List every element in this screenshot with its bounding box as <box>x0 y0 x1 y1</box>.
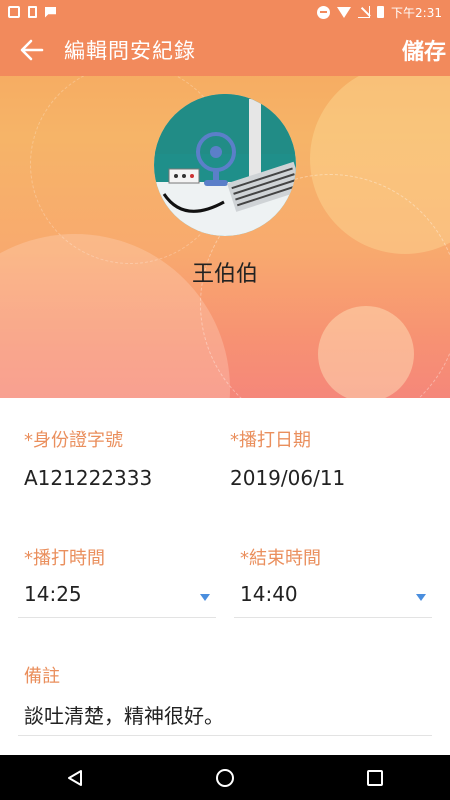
home-circle-icon <box>216 768 234 787</box>
save-button[interactable]: 儲存 <box>402 34 450 66</box>
note-input[interactable]: 談吐清楚，精神很好。 <box>18 694 432 736</box>
call-time-value: 14:25 <box>24 582 82 606</box>
id-number-label: *身份證字號 <box>24 430 123 451</box>
status-time: 下午2:31 <box>391 5 442 20</box>
avatar[interactable] <box>154 94 296 236</box>
back-triangle-icon <box>68 769 82 786</box>
profile-header: 編輯問安紀錄 儲存 王伯伯 <box>0 24 450 398</box>
notification-icons <box>8 6 56 18</box>
end-time-select[interactable]: 14:40 <box>234 574 432 618</box>
message-notification-icon <box>45 6 56 18</box>
end-time-label: *結束時間 <box>240 548 321 569</box>
image-notification-icon <box>8 6 20 18</box>
sim-notification-icon <box>28 6 37 18</box>
back-button[interactable] <box>0 24 64 76</box>
no-signal-icon <box>358 6 371 18</box>
nav-recents-button[interactable] <box>345 755 405 800</box>
dropdown-arrow-icon <box>416 594 426 601</box>
dropdown-arrow-icon <box>200 594 210 601</box>
call-time-select[interactable]: 14:25 <box>18 574 216 618</box>
avatar-photo <box>154 94 296 236</box>
record-form: *身份證字號 A121222333 *播打日期 2019/06/11 *播打時間… <box>0 398 450 755</box>
status-bar: 下午2:31 <box>0 0 450 24</box>
recents-square-icon <box>367 769 383 786</box>
do-not-disturb-icon <box>317 5 331 19</box>
id-number-value: A121222333 <box>24 466 153 490</box>
nav-back-button[interactable] <box>45 755 105 800</box>
system-icons: 下午2:31 <box>317 4 442 21</box>
app-bar: 編輯問安紀錄 儲存 <box>0 24 450 76</box>
call-date-value[interactable]: 2019/06/11 <box>230 466 345 490</box>
end-time-value: 14:40 <box>240 582 298 606</box>
battery-icon <box>377 6 385 18</box>
page-title: 編輯問安紀錄 <box>64 39 196 63</box>
profile-name: 王伯伯 <box>191 262 258 287</box>
call-date-label: *播打日期 <box>230 430 311 451</box>
wifi-icon <box>337 6 352 18</box>
nav-home-button[interactable] <box>195 755 255 800</box>
arrow-left-icon <box>20 39 44 61</box>
call-time-label: *播打時間 <box>24 548 105 569</box>
system-navigation-bar <box>0 755 450 800</box>
note-label: 備註 <box>24 666 60 687</box>
